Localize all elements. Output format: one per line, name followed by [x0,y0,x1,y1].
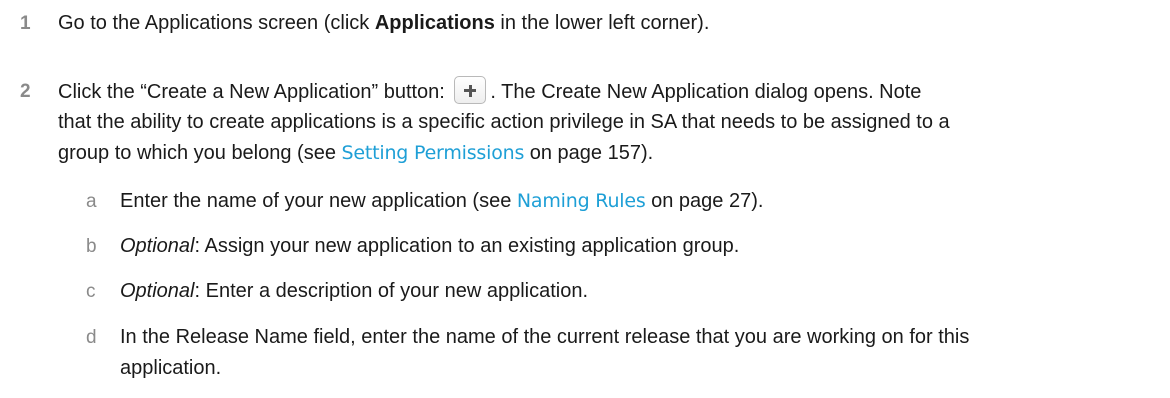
substep-text-body: : Assign your new application to an exis… [194,235,740,257]
step-text: Click the “Create a New Application” but… [58,76,1158,169]
step-line1-after: . The Create New Application dialog open… [490,81,922,103]
step-text-before: Go to the Applications screen (click [58,12,375,34]
step-line: that the ability to create applications … [58,111,950,133]
optional-label: Optional [120,235,195,257]
substep-line: application. [120,357,222,379]
create-new-application-button[interactable] [454,76,487,104]
optional-label: Optional [120,280,195,302]
step-line3-after: on page 157). [524,142,654,164]
substep-text: Enter the name of your new application (… [120,186,1160,217]
substep-letter: c [86,281,96,302]
substep-line: In the Release Name field, enter the nam… [120,326,970,348]
step-line3-before: group to which you belong (see [58,142,342,164]
step-line: group to which you belong (see Setting P… [58,138,1158,169]
substep-text: Optional: Enter a description of your ne… [120,276,1160,307]
substep-text: In the Release Name field, enter the nam… [120,322,1160,384]
step-text-before: Click the “Create a New Application” but… [58,81,451,103]
step-text: Go to the Applications screen (click App… [58,8,1158,39]
substep-letter: d [86,327,97,348]
substep-text: Optional: Assign your new application to… [120,231,1160,262]
step-line: Click the “Create a New Application” but… [58,76,1158,107]
substep-letter: a [86,191,97,212]
naming-rules-link[interactable]: Naming Rules [517,190,646,212]
applications-bold-label: Applications [374,12,495,34]
step-text-after: in the lower left corner). [494,12,710,34]
step-number: 2 [20,81,31,102]
substep-text-before: Enter the name of your new application (… [120,190,517,212]
substep-text-after: on page 27). [645,190,764,212]
setting-permissions-link[interactable]: Setting Permissions [342,142,525,164]
step-number: 1 [20,13,31,34]
substep-letter: b [86,236,97,257]
substep-text-body: : Enter a description of your new applic… [194,280,589,302]
